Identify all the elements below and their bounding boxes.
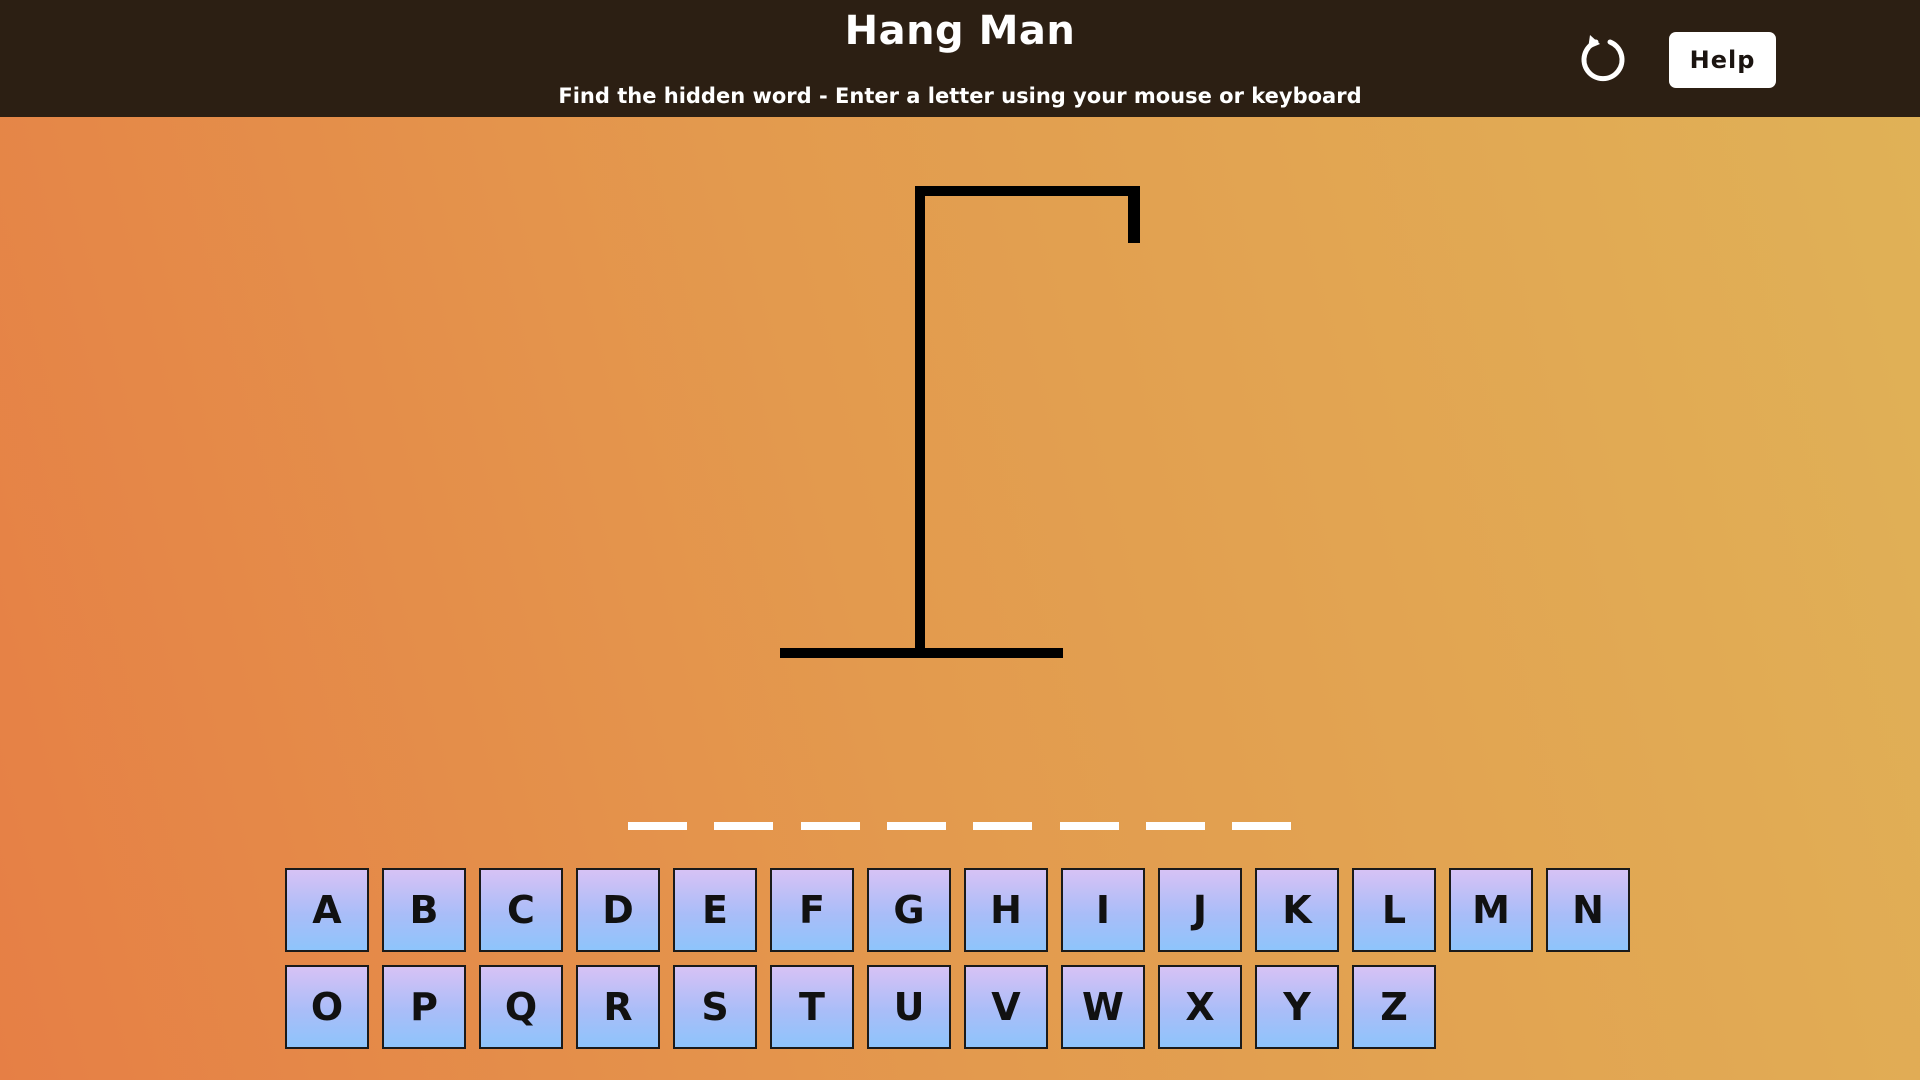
key-r[interactable]: R (576, 965, 660, 1049)
key-h[interactable]: H (964, 868, 1048, 952)
gallows (780, 186, 1140, 658)
letter-blank (628, 822, 687, 830)
key-p[interactable]: P (382, 965, 466, 1049)
key-x[interactable]: X (1158, 965, 1242, 1049)
key-q[interactable]: Q (479, 965, 563, 1049)
key-n[interactable]: N (1546, 868, 1630, 952)
key-i[interactable]: I (1061, 868, 1145, 952)
reset-button[interactable] (1576, 32, 1630, 86)
key-w[interactable]: W (1061, 965, 1145, 1049)
key-j[interactable]: J (1158, 868, 1242, 952)
key-t[interactable]: T (770, 965, 854, 1049)
letter-blank (973, 822, 1033, 830)
key-z[interactable]: Z (1352, 965, 1436, 1049)
letter-blank (1145, 822, 1205, 830)
key-a[interactable]: A (285, 868, 369, 952)
letter-blank (1059, 822, 1119, 830)
header-bar: Hang Man Find the hidden word - Enter a … (0, 0, 1920, 117)
help-button[interactable]: Help (1669, 32, 1776, 88)
key-l[interactable]: L (1352, 868, 1436, 952)
gallows-post (915, 186, 925, 654)
key-u[interactable]: U (867, 965, 951, 1049)
letter-blank (886, 822, 946, 830)
key-s[interactable]: S (673, 965, 757, 1049)
instructions-text: Find the hidden word - Enter a letter us… (558, 84, 1362, 108)
letter-blank (1232, 822, 1292, 830)
key-f[interactable]: F (770, 868, 854, 952)
key-k[interactable]: K (1255, 868, 1339, 952)
reset-icon (1581, 35, 1625, 82)
key-d[interactable]: D (576, 868, 660, 952)
letter-blank (800, 822, 860, 830)
gallows-rope (1128, 186, 1140, 243)
gallows-beam (915, 186, 1140, 196)
key-m[interactable]: M (1449, 868, 1533, 952)
key-o[interactable]: O (285, 965, 369, 1049)
key-v[interactable]: V (964, 965, 1048, 1049)
key-y[interactable]: Y (1255, 965, 1339, 1049)
letter-blank (714, 822, 774, 830)
key-e[interactable]: E (673, 868, 757, 952)
key-g[interactable]: G (867, 868, 951, 952)
key-c[interactable]: C (479, 868, 563, 952)
page-title: Hang Man (844, 8, 1076, 54)
key-b[interactable]: B (382, 868, 466, 952)
